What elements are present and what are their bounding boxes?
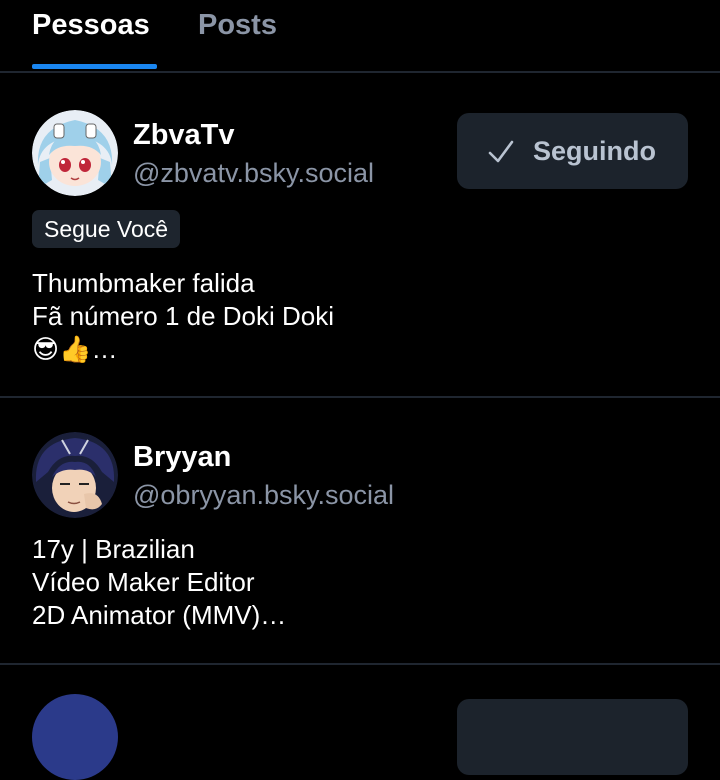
search-tabs: Pessoas Posts — [0, 0, 720, 73]
user-card-bryyan[interactable]: Bryyan @obryyan.bsky.social 17y | Brazil… — [0, 398, 720, 663]
user-handle: @obryyan.bsky.social — [133, 480, 395, 510]
active-tab-indicator — [32, 64, 157, 69]
avatar[interactable] — [32, 432, 118, 518]
following-button-label: Seguindo — [533, 136, 656, 166]
user-bio: 17y | Brazilian Vídeo Maker Editor 2D An… — [32, 534, 287, 630]
avatar[interactable] — [32, 110, 118, 196]
display-name: ZbvaTv — [133, 119, 235, 151]
follows-you-badge: Segue Você — [32, 210, 181, 248]
following-button[interactable]: Seguindo — [457, 113, 688, 189]
user-card-zbvatv[interactable]: ZbvaTv @zbvatv.bsky.social Seguindo Segu… — [0, 73, 720, 397]
user-handle: @zbvatv.bsky.social — [133, 158, 374, 188]
tab-posts[interactable]: Posts — [198, 6, 277, 44]
tab-pessoas[interactable]: Pessoas — [32, 6, 150, 44]
check-icon — [488, 140, 514, 163]
card-divider — [0, 663, 720, 665]
display-name: Bryyan — [133, 441, 232, 473]
user-bio: Thumbmaker falida Fã número 1 de Doki Do… — [32, 268, 335, 364]
next-user-avatar-partial[interactable] — [32, 694, 118, 780]
next-follow-button-partial[interactable] — [457, 699, 688, 775]
